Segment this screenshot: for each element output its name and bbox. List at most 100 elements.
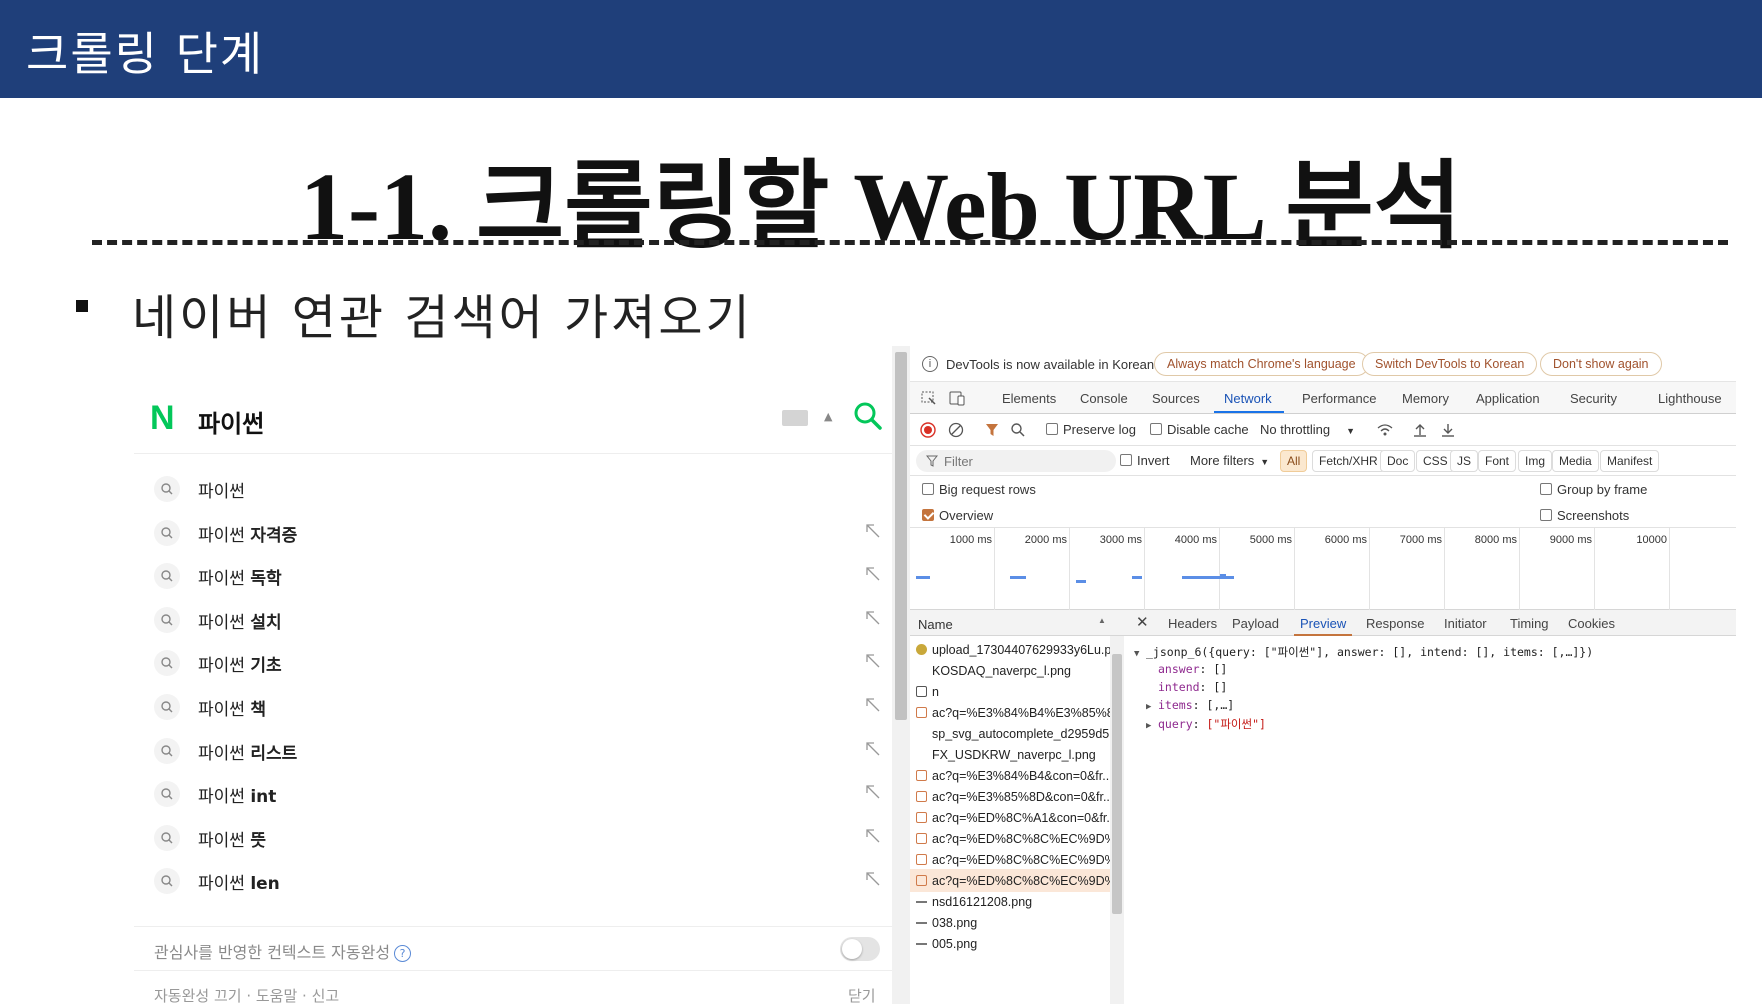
arrow-up-left-icon[interactable]	[864, 827, 882, 845]
naver-logo[interactable]: N	[150, 401, 180, 435]
request-row[interactable]: FX_USDKRW_naverpc_l.png	[910, 743, 1110, 766]
tab-lighthouse[interactable]: Lighthouse	[1658, 391, 1722, 406]
request-row[interactable]: ac?q=%E3%84%B4&con=0&fr...	[910, 764, 1112, 787]
tab-security[interactable]: Security	[1570, 391, 1617, 406]
disable-cache-checkbox[interactable]	[1150, 423, 1162, 435]
tab-sources[interactable]: Sources	[1152, 391, 1200, 406]
invert-checkbox[interactable]	[1120, 454, 1132, 466]
help-icon[interactable]: ?	[394, 945, 412, 962]
big-request-rows-checkbox[interactable]	[922, 483, 934, 495]
preview-root[interactable]: ▼ _jsonp_6({query: ["파이썬"], answer: [], i…	[1134, 644, 1593, 660]
tab-elements[interactable]: Elements	[1002, 391, 1056, 406]
preserve-log-checkbox[interactable]	[1046, 423, 1058, 435]
page-scrollbar[interactable]	[892, 346, 910, 1004]
tab-payload[interactable]: Payload	[1232, 616, 1279, 631]
request-row[interactable]: n	[910, 680, 1110, 703]
filter-type-all[interactable]: All	[1280, 450, 1308, 472]
tab-memory[interactable]: Memory	[1402, 391, 1449, 406]
export-har-icon[interactable]	[1440, 422, 1456, 438]
filter-type-manifest[interactable]: Manifest	[1600, 450, 1660, 472]
preview-query[interactable]: ▶ query: ["파이썬"]	[1146, 716, 1266, 732]
suggestion-item[interactable]: 파이썬 설치	[134, 599, 894, 643]
tab-initiator[interactable]: Initiator	[1444, 616, 1487, 631]
filter-type-js[interactable]: JS	[1450, 450, 1479, 472]
arrow-up-left-icon[interactable]	[864, 870, 882, 888]
screenshots-checkbox[interactable]	[1540, 509, 1552, 521]
device-toolbar-icon[interactable]	[948, 390, 966, 406]
tab-response[interactable]: Response	[1366, 616, 1425, 631]
filter-icon[interactable]	[984, 422, 1000, 438]
context-toggle[interactable]	[840, 937, 880, 961]
always-match-language-button[interactable]: Always match Chrome's language	[1154, 352, 1369, 376]
request-list-header[interactable]: Name ▲	[910, 610, 1124, 636]
tab-console[interactable]: Console	[1080, 391, 1128, 406]
arrow-up-left-icon[interactable]	[864, 783, 882, 801]
record-icon[interactable]	[920, 422, 936, 438]
clear-icon[interactable]	[948, 422, 964, 438]
request-row[interactable]: sp_svg_autocomplete_d2959d5...	[910, 722, 1112, 745]
request-row[interactable]: ac?q=%ED%8C%8C%EC%9D%...	[910, 869, 1112, 892]
caret-up-icon[interactable]: ▲	[824, 410, 832, 423]
tab-application[interactable]: Application	[1476, 391, 1540, 406]
filter-type-media[interactable]: Media	[1552, 450, 1599, 472]
request-row[interactable]: ac?q=%ED%8C%A1&con=0&fr...	[910, 806, 1112, 829]
request-row[interactable]: KOSDAQ_naverpc_l.png	[910, 659, 1110, 682]
filter-type-img[interactable]: Img	[1518, 450, 1553, 472]
close-button[interactable]: 닫기	[848, 985, 876, 1004]
search-icon[interactable]	[852, 400, 884, 432]
tab-timing[interactable]: Timing	[1510, 616, 1549, 631]
close-icon[interactable]: ✕	[1136, 613, 1149, 631]
tab-headers[interactable]: Headers	[1168, 616, 1217, 631]
request-row[interactable]: ac?q=%E3%84%B4%E3%85%8...	[910, 701, 1112, 724]
suggestion-item[interactable]: 파이썬 뜻	[134, 817, 894, 861]
arrow-up-left-icon[interactable]	[864, 565, 882, 583]
filter-type-fetch-xhr[interactable]: Fetch/XHR	[1312, 450, 1385, 472]
filter-type-font[interactable]: Font	[1478, 450, 1517, 472]
tab-network[interactable]: Network	[1224, 391, 1272, 406]
tab-preview[interactable]: Preview	[1300, 616, 1346, 631]
overview-checkbox[interactable]	[922, 509, 934, 521]
import-har-icon[interactable]	[1412, 422, 1428, 438]
search-input[interactable]: 파이썬	[198, 404, 264, 439]
search-icon[interactable]	[1010, 422, 1026, 438]
throttling-select[interactable]: No throttling ▼	[1260, 422, 1355, 437]
network-conditions-icon[interactable]	[1376, 422, 1394, 438]
group-by-frame-checkbox[interactable]	[1540, 483, 1552, 495]
suggestion-item[interactable]: 파이썬 독학	[134, 555, 894, 599]
network-overview-timeline[interactable]: 1000 ms 2000 ms 3000 ms 4000 ms 5000 ms 6000 …	[910, 528, 1736, 610]
arrow-up-left-icon[interactable]	[864, 740, 882, 758]
suggestion-item[interactable]: 파이썬 책	[134, 686, 894, 730]
request-row[interactable]: 005.png	[910, 932, 1110, 955]
filter-type-css[interactable]: CSS	[1416, 450, 1455, 472]
filter-input[interactable]: Filter	[916, 450, 1116, 472]
request-row[interactable]: ac?q=%E3%85%8D&con=0&fr...	[910, 785, 1112, 808]
request-row[interactable]: nsd16121208.png	[910, 890, 1110, 913]
more-filters-dropdown[interactable]: More filters ▼	[1190, 453, 1269, 468]
scrollbar-thumb[interactable]	[895, 352, 907, 720]
request-list-scrollbar[interactable]	[1110, 636, 1124, 1004]
expand-triangle-icon[interactable]: ▶	[1146, 721, 1158, 731]
footer-links[interactable]: 자동완성 끄기 · 도움말 · 신고	[154, 985, 339, 1004]
request-row[interactable]: 038.png	[910, 911, 1110, 934]
arrow-up-left-icon[interactable]	[864, 522, 882, 540]
request-row[interactable]: ac?q=%ED%8C%8C%EC%9D%...	[910, 848, 1112, 871]
scrollbar-thumb[interactable]	[1112, 654, 1122, 914]
request-row[interactable]: upload_17304407629933y6Lu.p...	[910, 638, 1112, 661]
naver-search-bar[interactable]: N 파이썬 ▲	[134, 394, 894, 454]
filter-type-doc[interactable]: Doc	[1380, 450, 1416, 472]
inspect-element-icon[interactable]	[920, 390, 938, 406]
preview-items[interactable]: ▶ items: [,…]	[1146, 698, 1234, 712]
arrow-up-left-icon[interactable]	[864, 652, 882, 670]
dont-show-again-button[interactable]: Don't show again	[1540, 352, 1662, 376]
expand-triangle-icon[interactable]: ▶	[1146, 702, 1158, 712]
suggestion-item[interactable]: 파이썬 int	[134, 773, 894, 817]
expand-triangle-icon[interactable]: ▼	[1134, 649, 1146, 659]
arrow-up-left-icon[interactable]	[864, 609, 882, 627]
suggestion-item[interactable]: 파이썬	[134, 468, 894, 512]
request-row[interactable]: ac?q=%ED%8C%8C%EC%9D%...	[910, 827, 1112, 850]
suggestion-item[interactable]: 파이썬 len	[134, 860, 894, 904]
tab-performance[interactable]: Performance	[1302, 391, 1376, 406]
keyboard-icon[interactable]	[782, 410, 808, 426]
suggestion-item[interactable]: 파이썬 자격증	[134, 512, 894, 556]
suggestion-item[interactable]: 파이썬 리스트	[134, 730, 894, 774]
